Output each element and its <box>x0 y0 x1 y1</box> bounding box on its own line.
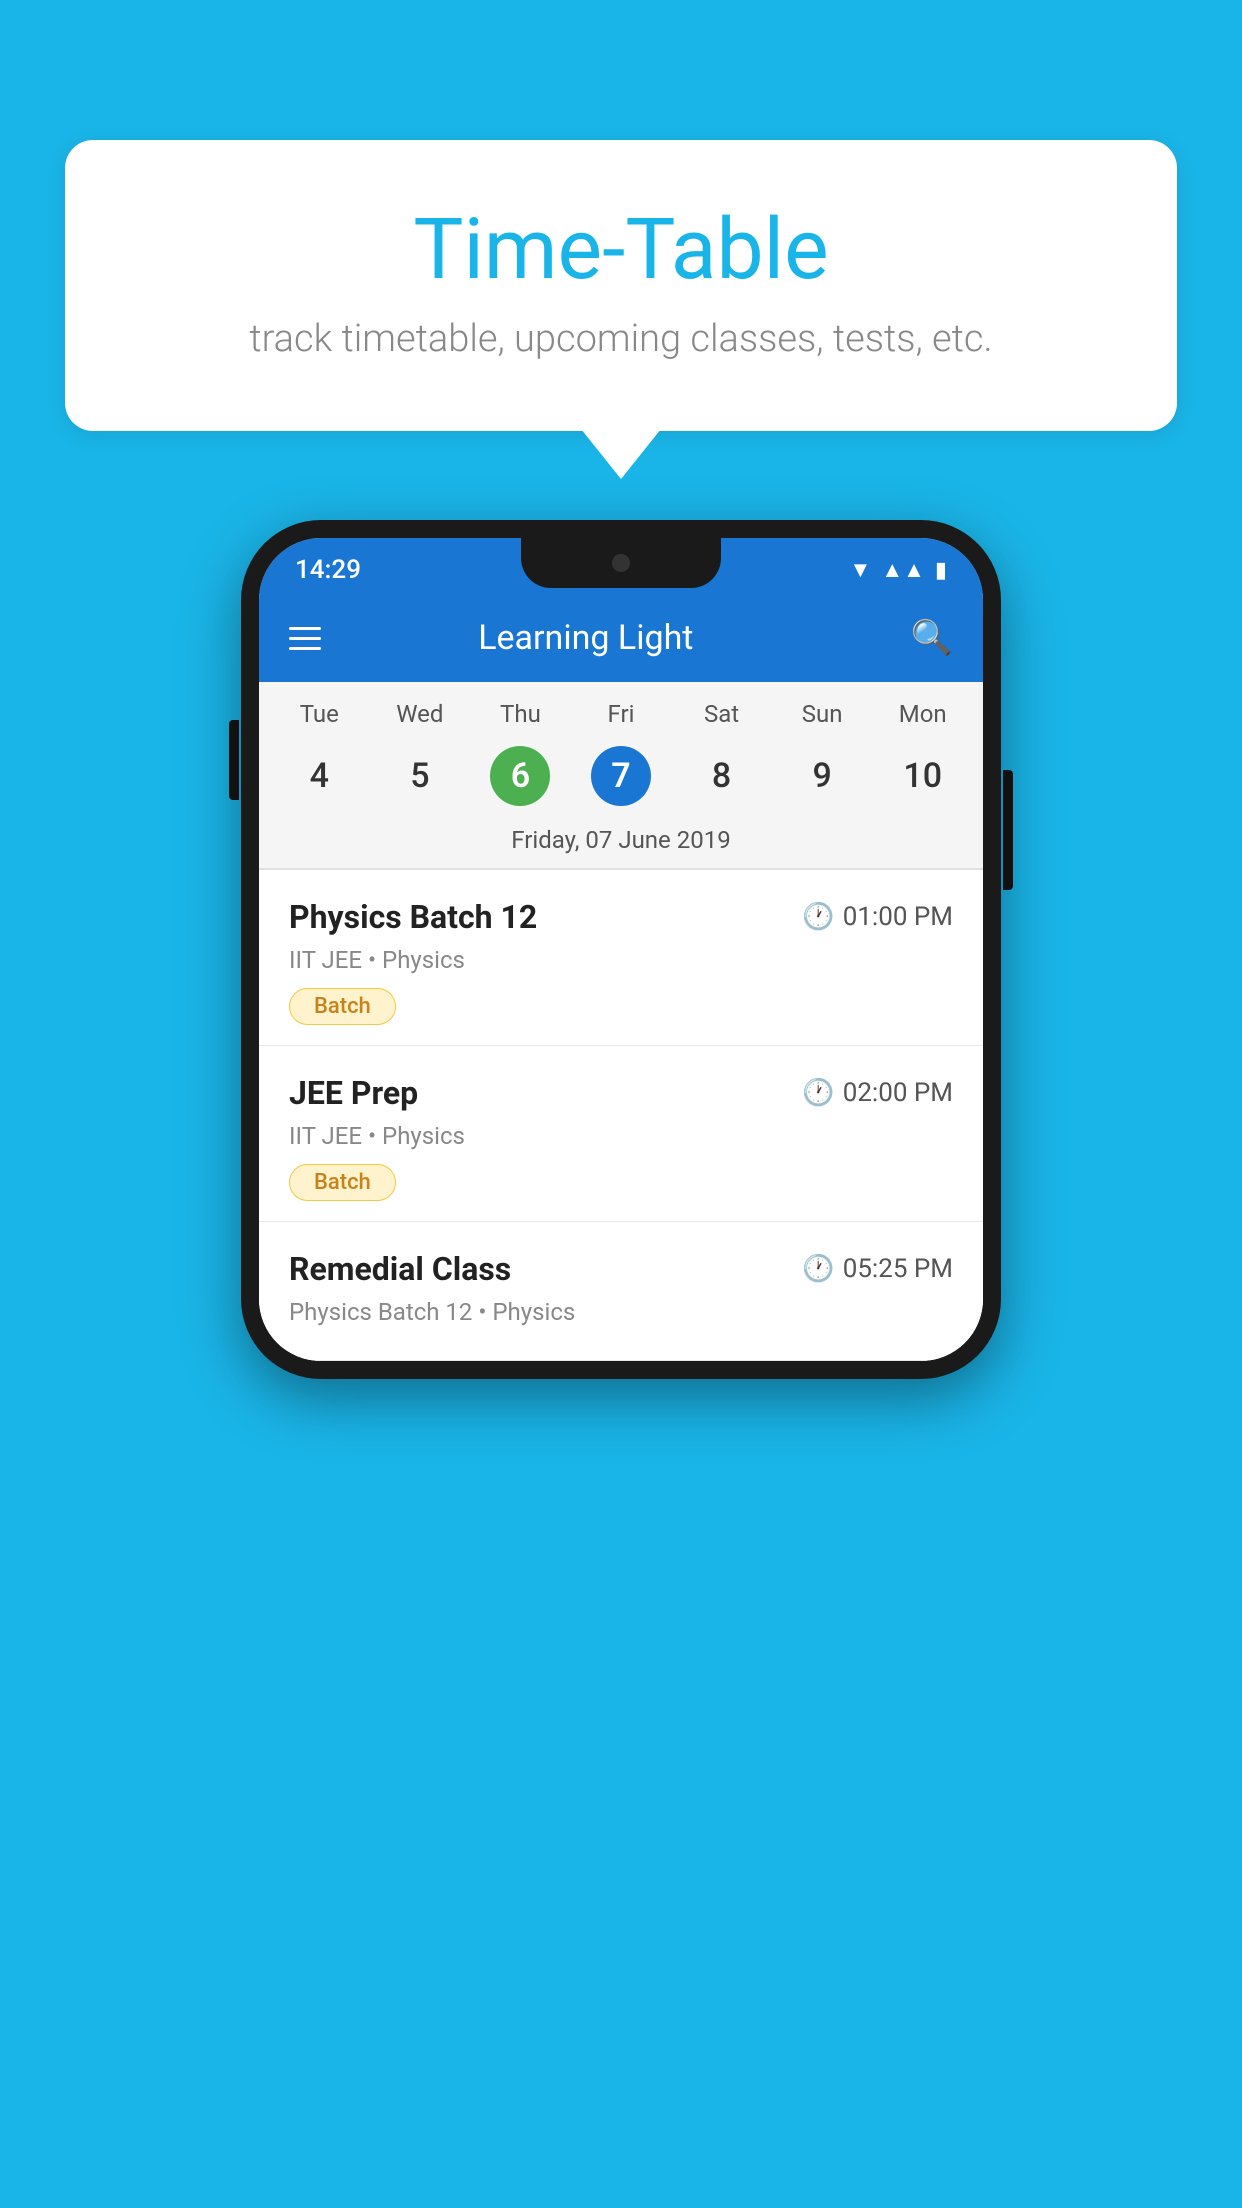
phone-frame: 14:29 ▼ ▲▲ ▮ Learning Light 🔍 <box>241 520 1001 1379</box>
day-label-thu: Thu <box>470 700 571 738</box>
day-labels: Tue Wed Thu Fri Sat Sun Mon <box>259 700 983 738</box>
class-time-3: 🕐 05:25 PM <box>802 1254 953 1284</box>
class-name-1: Physics Batch 12 <box>289 898 537 936</box>
calendar-strip: Tue Wed Thu Fri Sat Sun Mon 4 5 6 7 <box>259 682 983 868</box>
app-bar-title: Learning Light <box>345 618 827 658</box>
phone-screen: 14:29 ▼ ▲▲ ▮ Learning Light 🔍 <box>259 538 983 1361</box>
battery-icon: ▮ <box>935 558 947 583</box>
day-10[interactable]: 10 <box>872 738 973 820</box>
day-label-mon: Mon <box>872 700 973 738</box>
class-meta-1: IIT JEE • Physics <box>289 946 953 974</box>
day-9[interactable]: 9 <box>772 738 873 820</box>
class-item-2[interactable]: JEE Prep 🕐 02:00 PM IIT JEE • Physics Ba… <box>259 1046 983 1222</box>
day-label-wed: Wed <box>370 700 471 738</box>
phone-wrapper: 14:29 ▼ ▲▲ ▮ Learning Light 🔍 <box>241 520 1001 1379</box>
day-circle-7: 7 <box>591 746 651 806</box>
day-label-sun: Sun <box>772 700 873 738</box>
camera-dot <box>612 554 630 572</box>
class-time-2: 🕐 02:00 PM <box>802 1078 953 1108</box>
class-item-1[interactable]: Physics Batch 12 🕐 01:00 PM IIT JEE • Ph… <box>259 870 983 1046</box>
clock-icon-1: 🕐 <box>802 902 834 932</box>
class-list: Physics Batch 12 🕐 01:00 PM IIT JEE • Ph… <box>259 870 983 1361</box>
class-meta-3: Physics Batch 12 • Physics <box>289 1298 953 1326</box>
class-time-value-1: 01:00 PM <box>843 902 953 932</box>
class-item-1-header: Physics Batch 12 🕐 01:00 PM <box>289 898 953 936</box>
day-4[interactable]: 4 <box>269 738 370 820</box>
app-bar: Learning Light 🔍 <box>259 594 983 682</box>
selected-date: Friday, 07 June 2019 <box>259 820 983 868</box>
day-label-tue: Tue <box>269 700 370 738</box>
wifi-icon: ▼ <box>850 557 872 583</box>
class-time-1: 🕐 01:00 PM <box>802 902 953 932</box>
signal-icon: ▲▲ <box>881 557 925 583</box>
day-circle-6: 6 <box>490 746 550 806</box>
speech-bubble: Time-Table track timetable, upcoming cla… <box>65 140 1177 431</box>
page-subtitle: track timetable, upcoming classes, tests… <box>145 317 1097 361</box>
class-time-value-3: 05:25 PM <box>843 1254 953 1284</box>
batch-badge-1: Batch <box>289 988 396 1025</box>
status-icons: ▼ ▲▲ ▮ <box>850 557 947 583</box>
class-meta-2: IIT JEE • Physics <box>289 1122 953 1150</box>
status-time: 14:29 <box>295 555 361 585</box>
class-name-2: JEE Prep <box>289 1074 418 1112</box>
class-item-2-header: JEE Prep 🕐 02:00 PM <box>289 1074 953 1112</box>
day-label-sat: Sat <box>671 700 772 738</box>
page-title: Time-Table <box>145 200 1097 299</box>
hamburger-menu-icon[interactable] <box>289 627 321 650</box>
day-label-fri: Fri <box>571 700 672 738</box>
clock-icon-3: 🕐 <box>802 1254 834 1284</box>
search-icon[interactable]: 🔍 <box>911 618 953 658</box>
day-5[interactable]: 5 <box>370 738 471 820</box>
day-7[interactable]: 7 <box>571 738 672 820</box>
clock-icon-2: 🕐 <box>802 1078 834 1108</box>
phone-notch <box>521 538 721 588</box>
day-8[interactable]: 8 <box>671 738 772 820</box>
batch-badge-2: Batch <box>289 1164 396 1201</box>
day-numbers: 4 5 6 7 8 9 10 <box>259 738 983 820</box>
class-time-value-2: 02:00 PM <box>843 1078 953 1108</box>
day-6[interactable]: 6 <box>470 738 571 820</box>
class-name-3: Remedial Class <box>289 1250 511 1288</box>
class-item-3[interactable]: Remedial Class 🕐 05:25 PM Physics Batch … <box>259 1222 983 1361</box>
speech-bubble-container: Time-Table track timetable, upcoming cla… <box>65 140 1177 431</box>
class-item-3-header: Remedial Class 🕐 05:25 PM <box>289 1250 953 1288</box>
